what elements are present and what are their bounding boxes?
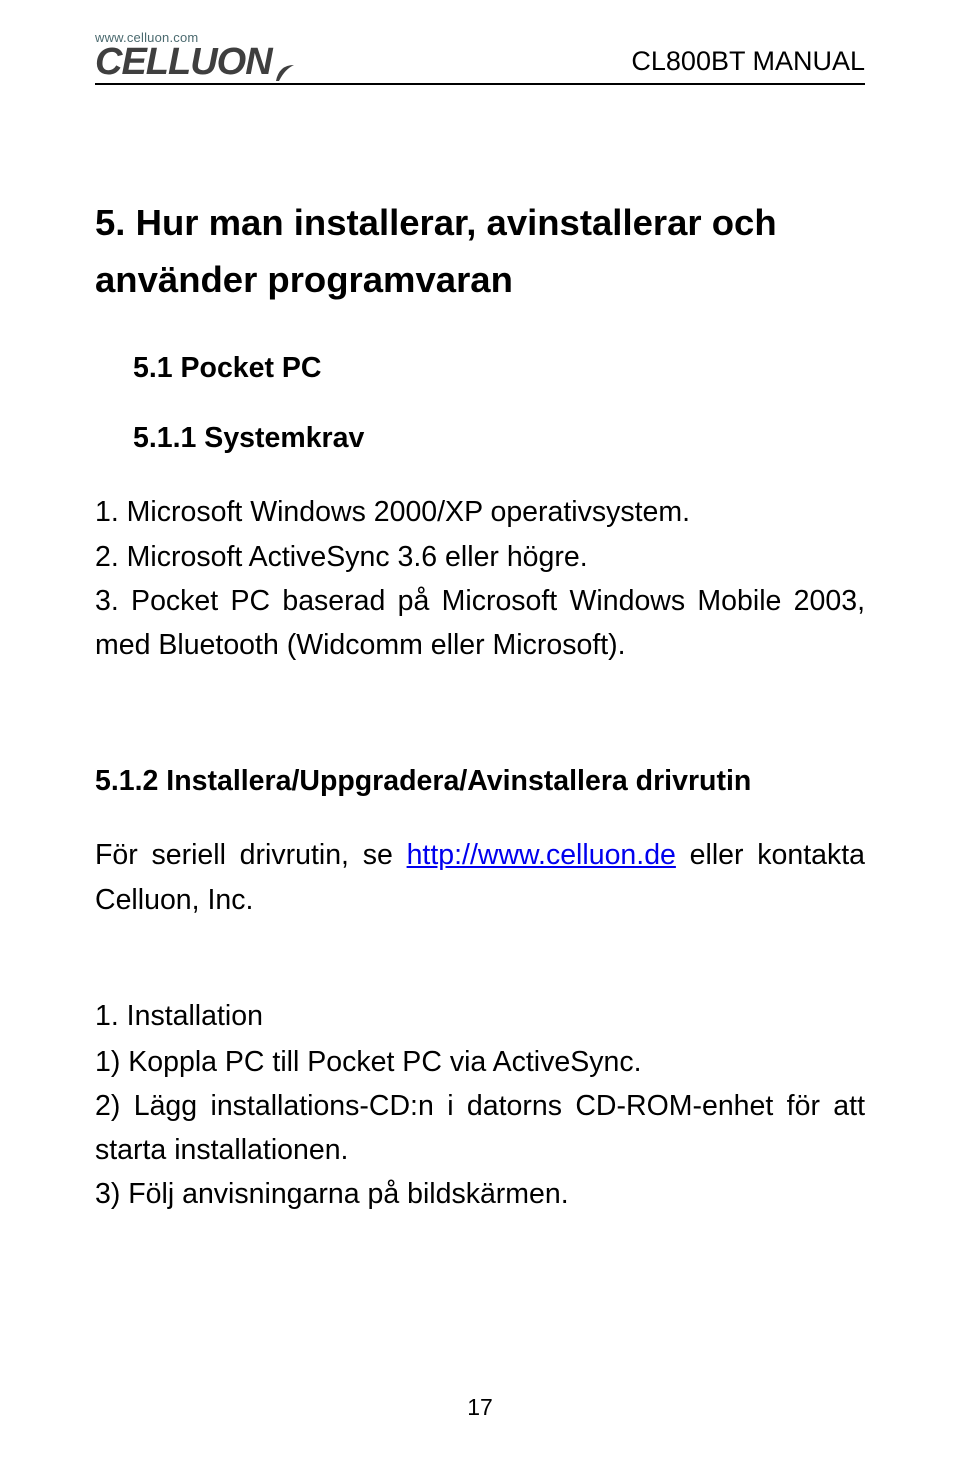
install-steps: 1) Koppla PC till Pocket PC via ActiveSy… [95, 1040, 865, 1217]
heading-5-1-1: 5.1.1 Systemkrav [95, 416, 865, 460]
celluon-link[interactable]: http://www.celluon.de [407, 839, 676, 871]
header-divider [95, 83, 865, 85]
content: 5. Hur man installerar, avinstallerar oc… [95, 195, 865, 1217]
install-heading: 1. Installation [95, 994, 865, 1038]
logo-text: CELLUON [95, 43, 272, 81]
req-item-1: 1. Microsoft Windows 2000/XP operativsys… [95, 490, 865, 534]
logo-block: www.celluon.com CELLUON [95, 30, 295, 81]
req-item-3: 3. Pocket PC baserad på Microsoft Window… [95, 579, 865, 667]
requirements-list: 1. Microsoft Windows 2000/XP operativsys… [95, 490, 865, 667]
heading-5-1: 5.1 Pocket PC [95, 346, 865, 390]
install-step-1: 1) Koppla PC till Pocket PC via ActiveSy… [95, 1040, 865, 1084]
install-step-2: 2) Lägg installations-CD:n i datorns CD-… [95, 1084, 865, 1172]
serial-pre-text: För seriell drivrutin, se [95, 839, 407, 871]
req-item-2: 2. Microsoft ActiveSync 3.6 eller högre. [95, 535, 865, 579]
install-step-3: 3) Följ anvisningarna på bildskärmen. [95, 1172, 865, 1216]
heading-5-1-2: 5.1.2 Installera/Uppgradera/Avinstallera… [95, 759, 865, 803]
page-number: 17 [0, 1394, 960, 1421]
logo-name: CELLUON [95, 43, 295, 81]
logo-swoosh-icon [275, 52, 295, 72]
header-right-title: CL800BT MANUAL [631, 46, 865, 81]
heading-1: 5. Hur man installerar, avinstallerar oc… [95, 195, 865, 308]
serial-driver-paragraph: För seriell drivrutin, se http://www.cel… [95, 833, 865, 921]
page-header: www.celluon.com CELLUON CL800BT MANUAL [95, 30, 865, 81]
page: www.celluon.com CELLUON CL800BT MANUAL 5… [0, 0, 960, 1463]
